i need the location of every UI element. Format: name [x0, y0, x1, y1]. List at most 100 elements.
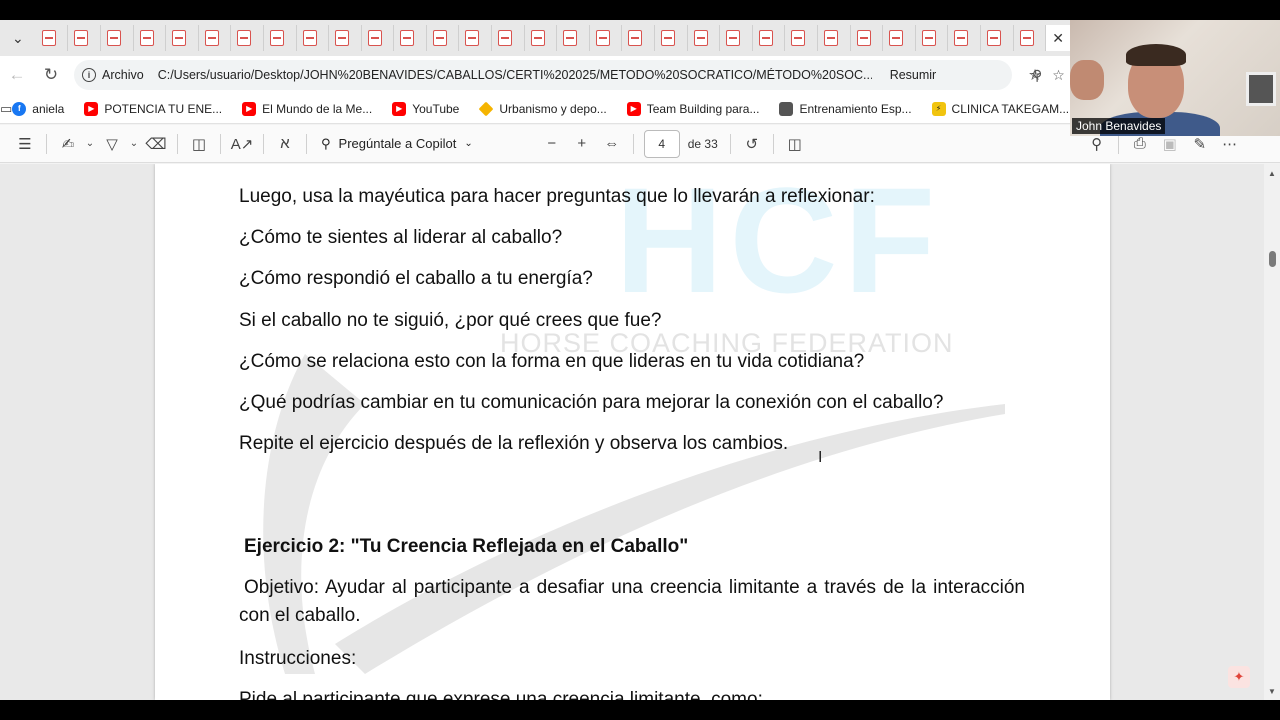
highlight-button[interactable]: ✍ [53, 129, 83, 159]
tab-list-dropdown[interactable]: ⌄ [0, 20, 36, 56]
info-icon[interactable]: i [82, 68, 96, 82]
browser-tab[interactable] [622, 25, 656, 51]
browser-tab[interactable] [948, 25, 981, 51]
pdf-file-icon [563, 30, 578, 46]
reload-button[interactable]: ↻ [34, 58, 68, 92]
browser-tab[interactable] [590, 25, 623, 51]
address-bar[interactable]: i Archivo C:/Users/usuario/Desktop/JOHN%… [74, 60, 1065, 90]
translate-icon: א [280, 135, 290, 152]
browser-tab[interactable] [68, 25, 101, 51]
rotate-button[interactable]: ↺ [737, 129, 767, 159]
person-hand-shape [1070, 60, 1104, 100]
pdf-file-icon [335, 30, 350, 46]
browser-tab[interactable] [492, 25, 525, 51]
bookmark-item[interactable]: ⚡ CLINICA TAKEGAM... [931, 101, 1069, 116]
bookmark-label: El Mundo de la Me... [262, 101, 373, 116]
bookmark-item[interactable]: Entrenamiento Esp... [779, 101, 912, 116]
bookmarks-bar: ▭ f aniela ▶ POTENCIA TU ENE... ▶ El Mundo de… [0, 94, 1070, 124]
browser-tab[interactable] [883, 25, 916, 51]
pen-icon: ▽ [106, 135, 118, 153]
browser-tab[interactable] [1014, 25, 1047, 51]
browser-tab[interactable] [688, 25, 721, 51]
bookmarks-menu-button[interactable]: ▭ [0, 101, 12, 117]
browser-tab[interactable] [981, 25, 1014, 51]
scrollbar-thumb[interactable] [1269, 251, 1276, 267]
browser-tab[interactable] [427, 25, 460, 51]
zoom-out-button[interactable]: − [537, 129, 567, 159]
zoom-in-button[interactable]: + [567, 129, 597, 159]
browser-tab[interactable] [753, 25, 786, 51]
pdf-file-icon [954, 30, 969, 46]
scroll-down-arrow-icon[interactable]: ▼ [1264, 684, 1280, 698]
url-text[interactable]: C:/Users/usuario/Desktop/JOHN%20BENAVIDE… [158, 68, 872, 82]
page-number-input[interactable]: 4 [643, 129, 680, 158]
browser-tab[interactable] [916, 25, 949, 51]
browser-tab[interactable] [134, 25, 167, 51]
tabs-container [36, 20, 1047, 56]
browser-tab[interactable] [329, 25, 362, 51]
bookmark-item[interactable]: f aniela [12, 101, 64, 116]
favorite-star-icon[interactable]: ☆ [1052, 67, 1065, 84]
pdf-file-icon [465, 30, 480, 46]
browser-tab[interactable] [394, 25, 427, 51]
browser-tab[interactable] [459, 25, 493, 51]
vertical-scrollbar[interactable]: ▲ ▼ [1264, 164, 1280, 700]
document-viewport[interactable]: HCF HORSE COACHING FEDERATION Luego, usa… [0, 164, 1264, 700]
extensions-button[interactable]: ✯ [1020, 60, 1050, 90]
browser-tab[interactable] [557, 25, 590, 51]
contents-button[interactable]: ☰ [10, 129, 40, 159]
read-aloud-button[interactable]: A↗ [227, 129, 257, 159]
text-box-button[interactable]: ◫ [184, 129, 214, 159]
scroll-up-arrow-icon[interactable]: ▲ [1264, 166, 1280, 180]
pdf-file-icon [693, 30, 708, 46]
chevron-down-icon: ⌄ [12, 29, 24, 46]
draw-dropdown[interactable]: ⌄ [127, 129, 141, 159]
browser-tab[interactable] [785, 25, 818, 51]
back-button[interactable]: ← [0, 58, 34, 92]
browser-tab[interactable] [851, 25, 884, 51]
page-view-button[interactable]: ◫ [780, 129, 810, 159]
bookmark-item[interactable]: Urbanismo y depo... [478, 101, 607, 116]
browser-tab[interactable] [166, 25, 199, 51]
bookmark-item[interactable]: ▶ El Mundo de la Me... [242, 101, 373, 116]
browser-tab[interactable] [655, 25, 688, 51]
browser-tab[interactable] [231, 25, 264, 51]
doc-question: ¿Cómo se relaciona esto con la forma en … [239, 351, 865, 372]
bookmark-item[interactable]: ▶ Team Building para... [626, 101, 759, 116]
printer-icon: ⎙ [1133, 135, 1146, 152]
browser-tab[interactable] [101, 25, 134, 51]
browser-tab[interactable] [199, 25, 232, 51]
toolbar-divider [46, 133, 47, 154]
tab-close-button[interactable]: ✕ [1046, 25, 1070, 51]
browser-tab[interactable] [297, 25, 330, 51]
facebook-icon: f [12, 101, 27, 116]
pdf-file-icon [498, 30, 513, 46]
browser-tab[interactable] [818, 25, 851, 51]
draw-button[interactable]: ▽ [97, 129, 127, 159]
copilot-icon: ⚲ [321, 135, 331, 151]
exercise-heading: Ejercicio 2: "Tu Creencia Reflejada en e… [244, 536, 689, 557]
bookmark-item[interactable]: ▶ YouTube [392, 101, 459, 116]
doc-question: ¿Cómo te sientes al liderar al caballo? [239, 227, 563, 248]
acrobat-icon[interactable]: ✦ [1228, 666, 1250, 688]
translate-button[interactable]: א [270, 129, 300, 159]
erase-button[interactable]: ⌫ [141, 129, 171, 159]
browser-tab[interactable] [264, 25, 297, 51]
browser-tab[interactable] [36, 25, 69, 51]
pdf-file-icon [204, 30, 219, 46]
fit-page-button[interactable]: ⇔ [597, 129, 627, 159]
highlight-dropdown[interactable]: ⌄ [83, 129, 97, 159]
summarize-button[interactable]: Resumir [890, 68, 937, 82]
minus-icon: − [547, 135, 557, 152]
bookmark-item[interactable]: ▶ POTENCIA TU ENE... [84, 101, 223, 116]
browser-tab[interactable] [720, 25, 753, 51]
browser-tab[interactable] [525, 25, 558, 51]
bookmark-label: POTENCIA TU ENE... [104, 101, 223, 116]
youtube-icon: ▶ [84, 101, 99, 116]
bolt-icon: ⚡ [931, 101, 946, 116]
copilot-button[interactable]: ⚲ Pregúntale a Copilot ⌄ [321, 136, 473, 152]
browser-tab[interactable] [362, 25, 395, 51]
doc-question: ¿Qué podrías cambiar en tu comunicación … [239, 392, 944, 413]
arrow-left-icon: ← [8, 65, 26, 84]
bookmarks-icon: ▭ [0, 100, 13, 116]
